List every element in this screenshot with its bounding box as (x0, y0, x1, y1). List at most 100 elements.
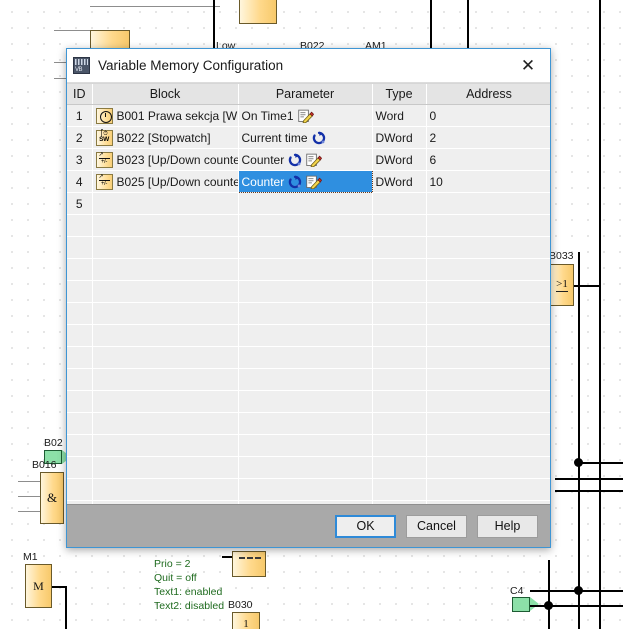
cell-parameter[interactable] (238, 500, 373, 504)
cell-id[interactable]: 4 (67, 170, 93, 193)
cell-type[interactable] (372, 192, 427, 215)
cell-type[interactable]: DWord (372, 170, 427, 193)
cell-block[interactable] (92, 302, 239, 325)
cell-type[interactable] (372, 434, 427, 457)
cell-id[interactable] (67, 302, 93, 325)
cell-address[interactable] (426, 324, 550, 347)
cell-address[interactable] (426, 434, 550, 457)
cell-block[interactable] (92, 214, 239, 237)
column-header-parameter[interactable]: Parameter (238, 84, 373, 105)
cell-address[interactable] (426, 456, 550, 479)
cell-id[interactable]: 2 (67, 126, 93, 149)
cell-id[interactable] (67, 236, 93, 259)
cell-block[interactable] (92, 368, 239, 391)
table-row-empty[interactable] (67, 456, 550, 479)
help-button[interactable]: Help (477, 514, 538, 538)
ok-button[interactable]: OK (335, 514, 396, 538)
cell-type[interactable] (372, 478, 427, 501)
table-row[interactable]: 1 B001 Prawa sekcja [W… On Time1 Word 0 (67, 104, 550, 127)
cell-address[interactable]: 2 (426, 126, 550, 149)
cell-id[interactable] (67, 324, 93, 347)
cell-parameter[interactable] (238, 258, 373, 281)
table-row-empty[interactable] (67, 280, 550, 303)
cell-parameter[interactable] (238, 324, 373, 347)
table-row[interactable]: 5 (67, 192, 550, 215)
cell-id[interactable] (67, 214, 93, 237)
table-row[interactable]: 4 ↗ +/- B025 [Up/Down counter] Counter DWord 1… (67, 170, 550, 193)
cell-parameter[interactable] (238, 346, 373, 369)
cell-address[interactable] (426, 302, 550, 325)
cell-parameter[interactable] (238, 478, 373, 501)
table-row-empty[interactable] (67, 368, 550, 391)
table-row-empty[interactable] (67, 412, 550, 435)
cell-parameter[interactable] (238, 214, 373, 237)
edit-pencil-icon[interactable] (297, 109, 314, 123)
cell-id[interactable]: 1 (67, 104, 93, 127)
table-row-empty[interactable] (67, 346, 550, 369)
cell-address[interactable] (426, 214, 550, 237)
cell-id[interactable]: 3 (67, 148, 93, 171)
cell-address[interactable] (426, 258, 550, 281)
dialog-titlebar[interactable]: Variable Memory Configuration ✕ (67, 49, 550, 83)
cell-address[interactable] (426, 192, 550, 215)
refresh-icon[interactable] (312, 131, 326, 145)
cell-type[interactable] (372, 258, 427, 281)
cell-type[interactable] (372, 390, 427, 413)
cell-type[interactable] (372, 368, 427, 391)
cell-type[interactable] (372, 412, 427, 435)
table-row-empty[interactable] (67, 236, 550, 259)
table-row-empty[interactable] (67, 302, 550, 325)
edit-pencil-icon[interactable] (306, 153, 323, 167)
cell-block[interactable] (92, 390, 239, 413)
cell-type[interactable] (372, 302, 427, 325)
cell-type[interactable]: DWord (372, 148, 427, 171)
column-header-id[interactable]: ID (67, 84, 93, 105)
table-row-empty[interactable] (67, 434, 550, 457)
cell-parameter[interactable] (238, 302, 373, 325)
cell-id[interactable] (67, 280, 93, 303)
cell-parameter[interactable] (238, 280, 373, 303)
table-row[interactable]: 3 ↗ +/- B023 [Up/Down counter] Counter DWord 6 (67, 148, 550, 171)
cell-parameter[interactable]: Counter (238, 148, 373, 171)
close-icon[interactable]: ✕ (508, 50, 548, 82)
cell-address[interactable] (426, 346, 550, 369)
cell-parameter[interactable] (238, 390, 373, 413)
cell-block[interactable] (92, 324, 239, 347)
cell-block[interactable]: ↗ +/- B025 [Up/Down counter] (92, 170, 239, 193)
cell-type[interactable] (372, 236, 427, 259)
cell-address[interactable] (426, 412, 550, 435)
column-header-address[interactable]: Address (426, 84, 550, 105)
cell-type[interactable]: Word (372, 104, 427, 127)
table-row-empty[interactable] (67, 390, 550, 413)
cell-id[interactable] (67, 390, 93, 413)
cell-type[interactable]: DWord (372, 126, 427, 149)
table-row-empty[interactable] (67, 258, 550, 281)
column-header-type[interactable]: Type (372, 84, 427, 105)
cell-id[interactable] (67, 500, 93, 504)
refresh-icon[interactable] (288, 175, 302, 189)
cell-id[interactable] (67, 434, 93, 457)
cell-block[interactable] (92, 236, 239, 259)
cell-type[interactable] (372, 346, 427, 369)
cell-block[interactable]: B001 Prawa sekcja [W… (92, 104, 239, 127)
cell-id[interactable] (67, 368, 93, 391)
cell-address[interactable] (426, 280, 550, 303)
cell-address[interactable] (426, 236, 550, 259)
table-row-empty[interactable] (67, 324, 550, 347)
cell-block[interactable] (92, 412, 239, 435)
cell-parameter[interactable] (238, 192, 373, 215)
cell-type[interactable] (372, 456, 427, 479)
table-row-empty[interactable] (67, 214, 550, 237)
variable-memory-table-container[interactable]: ID Block Parameter Type Address 1 B001 Pr… (67, 83, 550, 504)
cell-id[interactable] (67, 456, 93, 479)
cell-type[interactable] (372, 324, 427, 347)
cell-block[interactable] (92, 456, 239, 479)
cell-block[interactable] (92, 346, 239, 369)
cell-block[interactable]: ⎡⏱ SW B022 [Stopwatch] (92, 126, 239, 149)
cell-address[interactable]: 0 (426, 104, 550, 127)
cell-address[interactable]: 10 (426, 170, 550, 193)
cell-id[interactable] (67, 478, 93, 501)
cell-block[interactable]: ↗ +/- B023 [Up/Down counter] (92, 148, 239, 171)
refresh-icon[interactable] (288, 153, 302, 167)
cell-block[interactable] (92, 500, 239, 504)
